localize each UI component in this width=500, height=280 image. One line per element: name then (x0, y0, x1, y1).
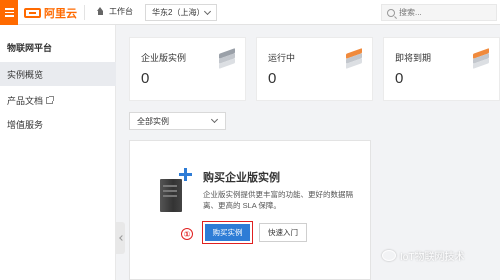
search-icon (387, 8, 395, 17)
search-input[interactable] (399, 8, 479, 17)
brand-name: 阿里云 (44, 7, 77, 20)
workbench-label: 工作台 (109, 7, 133, 16)
external-link-icon (46, 95, 55, 104)
sidebar-item-label: 产品文档 (7, 95, 44, 106)
stat-card-expiring-soon: 即将到期 0 (383, 37, 500, 101)
stack-orange-icon (473, 48, 489, 69)
stat-value: 0 (395, 70, 404, 87)
stack-gray-icon (219, 48, 235, 69)
brand-logo[interactable]: 阿里云 (24, 5, 77, 20)
step-marker: ① (181, 228, 193, 240)
sidebar-item-instance-overview[interactable]: 实例概览 (0, 62, 116, 86)
quick-start-button[interactable]: 快速入门 (259, 223, 307, 242)
header-divider (84, 5, 85, 20)
chevron-down-icon (210, 115, 219, 124)
sidebar-title: 物联网平台 (7, 43, 53, 53)
stat-label: 运行中 (268, 53, 296, 63)
filter-selected-value: 全部实例 (137, 116, 169, 126)
server-add-icon (160, 168, 192, 212)
stat-value: 0 (141, 70, 150, 87)
chevron-down-icon (203, 7, 212, 16)
empty-state-title: 购买企业版实例 (203, 172, 280, 184)
instance-filter-select[interactable]: 全部实例 (129, 112, 226, 130)
highlight-box: 购买实例 (202, 221, 253, 244)
stack-orange-icon (346, 48, 362, 69)
sidebar-item-product-docs[interactable]: 产品文档 (0, 88, 116, 112)
stat-label: 企业版实例 (141, 53, 187, 63)
menu-icon[interactable] (0, 0, 18, 25)
stat-value: 0 (268, 70, 277, 87)
stat-card-enterprise-instances: 企业版实例 0 (129, 37, 246, 101)
workbench-link[interactable]: 工作台 (96, 6, 133, 17)
stat-label: 即将到期 (395, 53, 432, 63)
region-select[interactable]: 华东2（上海） (145, 4, 217, 21)
empty-state-description: 企业版实例提供更丰富的功能、更好的数据隔离、更高的 SLA 保障。 (203, 190, 353, 210)
stat-card-running: 运行中 0 (256, 37, 373, 101)
sidebar-collapse-toggle[interactable] (116, 222, 125, 254)
sidebar-item-value-added-services[interactable]: 增值服务 (0, 112, 116, 136)
empty-state-panel: 购买企业版实例 企业版实例提供更丰富的功能、更好的数据隔离、更高的 SLA 保障… (129, 140, 371, 280)
brand-logo-mark-icon (24, 7, 41, 18)
watermark-text: IoT物联网技术 (400, 252, 465, 263)
search-box[interactable] (381, 4, 497, 21)
home-icon (96, 7, 105, 16)
sidebar: 物联网平台 实例概览 产品文档 增值服务 (0, 25, 116, 280)
chat-bubble-icon (382, 250, 396, 261)
watermark: IoT物联网技术 (382, 248, 464, 263)
sidebar-item-label: 增值服务 (7, 119, 44, 130)
region-selected-value: 华东2（上海） (152, 8, 205, 17)
buy-instance-button[interactable]: 购买实例 (205, 224, 250, 241)
top-bar: 阿里云 工作台 华东2（上海） (0, 0, 500, 25)
sidebar-item-label: 实例概览 (7, 69, 44, 80)
chevron-left-icon (118, 235, 125, 241)
